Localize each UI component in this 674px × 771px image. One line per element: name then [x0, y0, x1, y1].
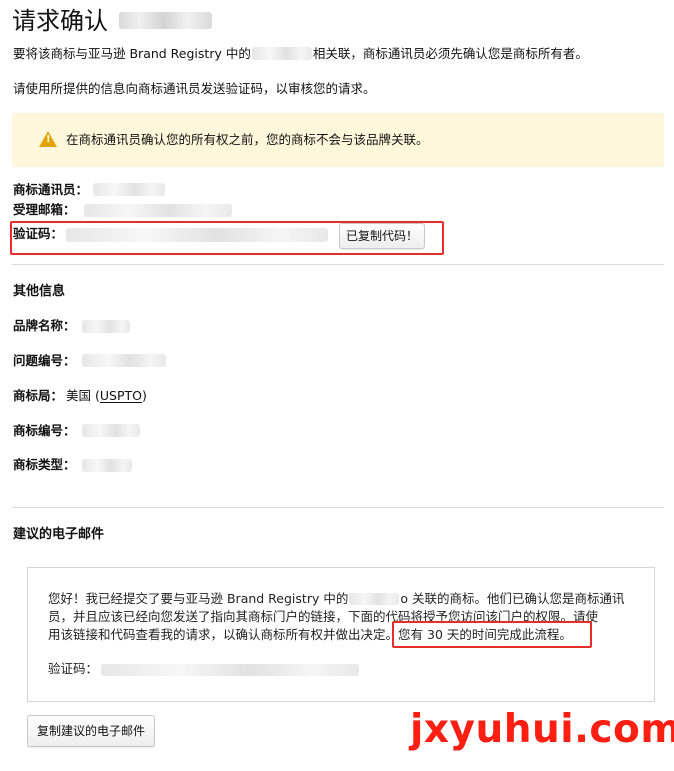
- email-line-1-after-name: o 关联的商标。他们已确认您是商标通讯: [400, 591, 625, 606]
- trademark-office-label: 商标局：: [13, 388, 64, 403]
- trademark-office-prefix: 美国 (: [66, 388, 100, 403]
- email-line-1-before-name: 您好！我已经提交了要与亚马逊 Brand Registry 中的: [48, 591, 349, 606]
- copy-suggested-email-button[interactable]: 复制建议的电子邮件: [27, 715, 155, 747]
- ownership-warning-text: 在商标通讯员确认您的所有权之前，您的商标不会与该品牌关联。: [66, 132, 429, 147]
- trademark-number-label: 商标编号：: [13, 423, 76, 438]
- intro-after-name: 相关联，商标通讯员必须先确认您是商标所有者。: [312, 46, 588, 61]
- intro-before-name: 要将该商标与亚马逊 Brand Registry 中的: [13, 46, 251, 61]
- jxyuhui-watermark: jxyuhui.com: [410, 707, 674, 752]
- suggested-email-line-1: 您好！我已经提交了要与亚马逊 Brand Registry 中的 o 关联的商标。…: [48, 589, 624, 609]
- trademark-office-suffix: ): [141, 388, 147, 403]
- uspto-link[interactable]: USPTO: [100, 388, 142, 403]
- redacted-brand-name: [251, 47, 312, 60]
- warning-icon: [39, 131, 57, 147]
- instruction-text: 请使用所提供的信息向商标通讯员发送验证码，以审核您的请求。: [13, 81, 376, 96]
- page-title: 请求确认: [12, 7, 108, 35]
- intro-text: 要将该商标与亚马逊 Brand Registry 中的 相关联，商标通讯员必须先确…: [13, 45, 588, 63]
- redacted-correspondent-name: [93, 183, 165, 196]
- redacted-suggested-email-code: [101, 664, 359, 676]
- redacted-email-address: [84, 204, 232, 217]
- redacted-trademark-number: [82, 424, 140, 437]
- section-divider-bottom: [12, 507, 664, 508]
- redacted-email-brand-name: [349, 593, 400, 605]
- other-info-title: 其他信息: [13, 284, 66, 299]
- verification-code-highlight-box: [10, 221, 444, 255]
- redacted-title-value: [119, 12, 212, 29]
- email-label: 受理邮箱：: [13, 202, 76, 217]
- redacted-issue-number: [82, 354, 166, 367]
- redacted-trademark-type: [82, 459, 132, 472]
- deadline-highlight-box: [392, 621, 592, 648]
- issue-number-label: 问题编号：: [13, 353, 76, 368]
- email-line-3-prefix: 用该链接和代码查看我的请求，以确认商标所有权并做出决定。: [48, 627, 399, 642]
- suggested-email-code-line: 验证码：: [48, 659, 98, 679]
- redacted-brand-name-value: [82, 320, 130, 333]
- trademark-type-label: 商标类型：: [13, 457, 76, 472]
- correspondent-label: 商标通讯员：: [13, 182, 89, 197]
- brand-name-label: 品牌名称：: [13, 318, 76, 333]
- suggested-email-code-label: 验证码：: [48, 661, 99, 676]
- section-divider-top: [12, 264, 664, 265]
- ownership-warning-notice: 在商标通讯员确认您的所有权之前，您的商标不会与该品牌关联。: [12, 113, 664, 167]
- trademark-office-value: 美国 (USPTO): [66, 387, 147, 405]
- suggested-email-title: 建议的电子邮件: [13, 527, 105, 542]
